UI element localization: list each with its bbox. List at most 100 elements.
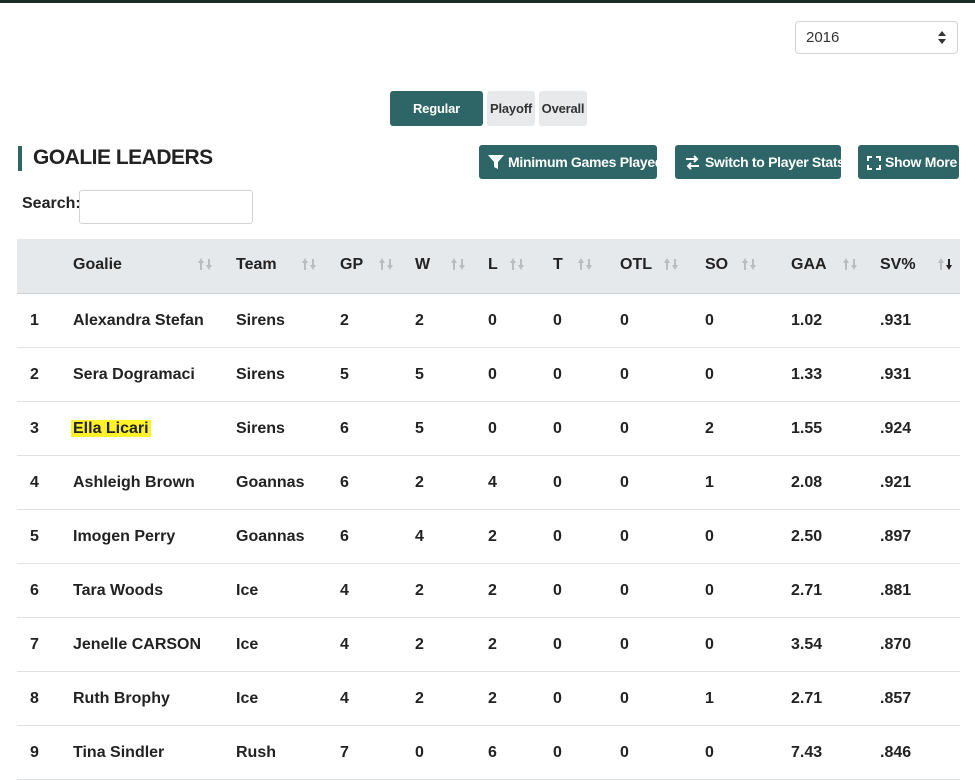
tab-overall[interactable]: Overall (539, 91, 587, 126)
cell-w: 5 (415, 401, 488, 456)
team-value: Goannas (236, 473, 305, 491)
cell-rank: 8 (17, 671, 73, 726)
search-label: Search: (22, 195, 81, 212)
cell-goalie: Sera Dogramaci (73, 347, 236, 402)
cell-otl: 0 (620, 671, 705, 726)
so-value: 0 (705, 581, 714, 599)
search-input[interactable] (79, 190, 253, 224)
tab-playoff[interactable]: Playoff (487, 91, 535, 126)
exchange-icon (686, 155, 699, 170)
cell-goalie: Ruth Brophy (73, 671, 236, 726)
column-header-gaa[interactable]: GAA (791, 239, 880, 294)
select-caret-icon (938, 30, 946, 45)
year-select[interactable]: 2016 (795, 21, 958, 54)
l-value: 2 (488, 527, 497, 545)
cell-team: Sirens (236, 401, 340, 456)
column-header-t[interactable]: T (553, 239, 620, 294)
gp-value: 2 (340, 311, 349, 329)
cell-gaa: 2.50 (791, 509, 880, 564)
rank-value: 2 (30, 365, 39, 383)
w-value: 2 (415, 635, 424, 653)
cell-team: Ice (236, 617, 340, 672)
t-value: 0 (553, 311, 562, 329)
rank-value: 5 (30, 527, 39, 545)
cell-gp: 6 (340, 455, 415, 510)
minimum-games-played-button[interactable]: Minimum Games Played (479, 145, 663, 179)
column-header-l[interactable]: L (488, 239, 553, 294)
switch-to-player-stats-label: Switch to Player Stats (705, 154, 845, 170)
column-header-team[interactable]: Team (236, 239, 340, 294)
so-value: 0 (705, 527, 714, 545)
cell-team: Goannas (236, 455, 340, 510)
cell-t: 0 (553, 671, 620, 726)
cell-rank: 2 (17, 347, 73, 402)
show-more-label: Show More (885, 154, 957, 170)
cell-sv-pct: .857 (880, 671, 960, 726)
sv-pct-value: .857 (880, 689, 912, 707)
l-value: 2 (488, 635, 497, 653)
otl-value: 0 (620, 689, 629, 707)
goalie-value: Sera Dogramaci (73, 365, 195, 383)
sort-icon (197, 258, 213, 271)
top-bar (0, 0, 975, 3)
cell-goalie: Ashleigh Brown (73, 455, 236, 510)
cell-team: Sirens (236, 347, 340, 402)
gaa-value: 2.50 (791, 527, 823, 545)
sort-icon (509, 258, 525, 271)
cell-l: 4 (488, 455, 553, 510)
team-value: Ice (236, 689, 259, 707)
cell-t: 0 (553, 401, 620, 456)
column-header-so[interactable]: SO (705, 239, 791, 294)
column-header-rank (17, 239, 73, 294)
column-header-w[interactable]: W (415, 239, 488, 294)
cell-gaa: 3.54 (791, 617, 880, 672)
table-row: 6 Tara Woods Ice 4 2 2 0 0 0 2.71 .881 (17, 563, 960, 618)
year-select-value: 2016 (806, 29, 840, 46)
cell-gp: 6 (340, 509, 415, 564)
cell-t: 0 (553, 293, 620, 348)
cell-rank: 7 (17, 617, 73, 672)
cell-sv-pct: .846 (880, 725, 960, 780)
t-value: 0 (553, 365, 562, 383)
column-header-gp[interactable]: GP (340, 239, 415, 294)
t-value: 0 (553, 527, 562, 545)
column-header-sv-pct[interactable]: SV% (880, 239, 960, 294)
table-row: 3 Ella Licari Sirens 6 5 0 0 0 2 1.55 .924 (17, 401, 960, 456)
cell-team: Sirens (236, 293, 340, 348)
gaa-value: 1.02 (791, 311, 823, 329)
cell-w: 2 (415, 293, 488, 348)
cell-t: 0 (553, 509, 620, 564)
cell-l: 0 (488, 293, 553, 348)
cell-w: 0 (415, 725, 488, 780)
cell-goalie: Imogen Perry (73, 509, 236, 564)
minimum-games-played-label: Minimum Games Played (508, 154, 664, 170)
cell-rank: 1 (17, 293, 73, 348)
cell-goalie: Alexandra Stefan (73, 293, 236, 348)
switch-to-player-stats-button[interactable]: Switch to Player Stats (675, 145, 845, 179)
cell-otl: 0 (620, 347, 705, 402)
cell-l: 2 (488, 509, 553, 564)
cell-sv-pct: .931 (880, 347, 960, 402)
w-value: 4 (415, 527, 424, 545)
l-value: 0 (488, 365, 497, 383)
column-header-otl[interactable]: OTL (620, 239, 705, 294)
page-title: GOALIE LEADERS (33, 146, 213, 169)
l-value: 0 (488, 311, 497, 329)
cell-goalie: Jenelle CARSON (73, 617, 236, 672)
t-value: 0 (553, 581, 562, 599)
otl-value: 0 (620, 743, 629, 761)
otl-value: 0 (620, 581, 629, 599)
sv-pct-value: .931 (880, 311, 912, 329)
sv-pct-value: .931 (880, 365, 912, 383)
cell-so: 0 (705, 347, 791, 402)
cell-w: 2 (415, 617, 488, 672)
cell-team: Goannas (236, 509, 340, 564)
sort-icon (378, 258, 394, 271)
cell-otl: 0 (620, 401, 705, 456)
tab-regular-season[interactable]: Regular Season (390, 91, 483, 151)
show-more-button[interactable]: Show More (858, 145, 959, 179)
rank-value: 8 (30, 689, 39, 707)
column-header-goalie[interactable]: Goalie (73, 239, 236, 294)
goalie-value: Imogen Perry (73, 527, 176, 545)
gp-value: 5 (340, 365, 349, 383)
